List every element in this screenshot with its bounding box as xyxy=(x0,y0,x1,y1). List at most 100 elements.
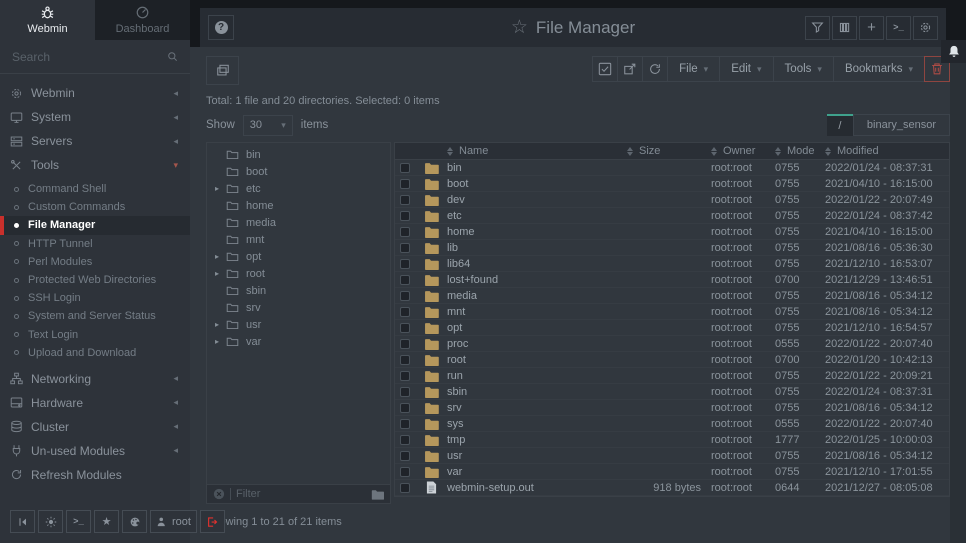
user-button[interactable]: root xyxy=(150,510,197,533)
sidebar-subitem[interactable]: System and Server Status xyxy=(0,307,190,325)
row-checkbox[interactable] xyxy=(400,323,410,333)
table-row[interactable]: bin root:root 0755 2022/01/24 - 08:37:31 xyxy=(395,160,949,176)
sidebar-subitem[interactable]: File Manager xyxy=(0,216,190,234)
tree-item[interactable]: ▸ root xyxy=(207,265,390,282)
table-row[interactable]: lib64 root:root 0755 2021/12/10 - 16:53:… xyxy=(395,256,949,272)
row-checkbox[interactable] xyxy=(400,355,410,365)
row-checkbox[interactable] xyxy=(400,435,410,445)
search-input[interactable] xyxy=(12,50,167,64)
terminal-button[interactable]: >_ xyxy=(66,510,91,533)
file-name-link[interactable]: sbin xyxy=(447,386,623,398)
file-name-link[interactable]: var xyxy=(447,466,623,478)
sidebar-subitem[interactable]: Text Login xyxy=(0,326,190,344)
tree-item[interactable]: ▸ home xyxy=(207,197,390,214)
file-name-link[interactable]: dev xyxy=(447,194,623,206)
table-row[interactable]: media root:root 0755 2021/08/16 - 05:34:… xyxy=(395,288,949,304)
tree-item[interactable]: ▸ etc xyxy=(207,180,390,197)
sidebar-item-cluster[interactable]: Cluster◂ xyxy=(0,415,190,439)
tree-item[interactable]: ▸ media xyxy=(207,214,390,231)
table-row[interactable]: run root:root 0755 2022/01/22 - 20:09:21 xyxy=(395,368,949,384)
row-checkbox[interactable] xyxy=(400,227,410,237)
tree-item[interactable]: ▸ srv xyxy=(207,299,390,316)
file-name-link[interactable]: webmin-setup.out xyxy=(447,482,623,494)
row-checkbox[interactable] xyxy=(400,243,410,253)
columns-button[interactable] xyxy=(832,16,857,40)
row-checkbox[interactable] xyxy=(400,211,410,221)
sidebar-subitem[interactable]: Command Shell xyxy=(0,180,190,198)
logout-button[interactable] xyxy=(200,510,225,533)
sidebar-subitem[interactable]: Custom Commands xyxy=(0,198,190,216)
row-checkbox[interactable] xyxy=(400,291,410,301)
row-checkbox[interactable] xyxy=(400,467,410,477)
settings-button[interactable] xyxy=(913,16,938,40)
table-row[interactable]: etc root:root 0755 2022/01/24 - 08:37:42 xyxy=(395,208,949,224)
clear-filter-icon[interactable] xyxy=(213,488,225,500)
tree-item[interactable]: ▸ sbin xyxy=(207,282,390,299)
sidebar-subitem[interactable]: Upload and Download xyxy=(0,344,190,362)
refresh-button[interactable] xyxy=(642,56,668,82)
column-header-size[interactable]: Size xyxy=(623,145,711,157)
expand-arrow-icon[interactable]: ▸ xyxy=(215,252,226,261)
tree-item[interactable]: ▸ var xyxy=(207,333,390,350)
file-name-link[interactable]: home xyxy=(447,226,623,238)
tree-item[interactable]: ▸ boot xyxy=(207,163,390,180)
file-name-link[interactable]: media xyxy=(447,290,623,302)
column-header-name[interactable]: Name xyxy=(447,145,623,157)
folder-small-icon[interactable] xyxy=(371,489,384,500)
sidebar-subitem[interactable]: Perl Modules xyxy=(0,253,190,271)
table-row[interactable]: mnt root:root 0755 2021/08/16 - 05:34:12 xyxy=(395,304,949,320)
row-checkbox[interactable] xyxy=(400,339,410,349)
tab-dashboard[interactable]: Dashboard xyxy=(95,0,190,40)
add-button[interactable]: + xyxy=(859,16,884,40)
table-row[interactable]: srv root:root 0755 2021/08/16 - 05:34:12 xyxy=(395,400,949,416)
favorite-star-icon[interactable]: ☆ xyxy=(511,16,528,39)
column-header-mode[interactable]: Mode xyxy=(775,145,825,157)
column-header-owner[interactable]: Owner xyxy=(711,145,775,157)
expand-arrow-icon[interactable]: ▸ xyxy=(215,184,226,193)
row-checkbox[interactable] xyxy=(400,451,410,461)
tree-item[interactable]: ▸ mnt xyxy=(207,231,390,248)
table-row[interactable]: root root:root 0700 2022/01/20 - 10:42:1… xyxy=(395,352,949,368)
row-checkbox[interactable] xyxy=(400,403,410,413)
row-checkbox[interactable] xyxy=(400,163,410,173)
page-size-select[interactable]: 30 ▾ xyxy=(243,115,293,136)
sidebar-item-refresh-modules[interactable]: Refresh Modules xyxy=(0,463,190,487)
row-checkbox[interactable] xyxy=(400,387,410,397)
select-all-button[interactable] xyxy=(592,56,618,82)
row-checkbox[interactable] xyxy=(400,195,410,205)
file-name-link[interactable]: srv xyxy=(447,402,623,414)
tree-item[interactable]: ▸ usr xyxy=(207,316,390,333)
row-checkbox[interactable] xyxy=(400,371,410,381)
expand-arrow-icon[interactable]: ▸ xyxy=(215,337,226,346)
tools-menu-button[interactable]: Tools▾ xyxy=(773,56,834,82)
file-name-link[interactable]: tmp xyxy=(447,434,623,446)
file-name-link[interactable]: proc xyxy=(447,338,623,350)
table-row[interactable]: usr root:root 0755 2021/08/16 - 05:34:12 xyxy=(395,448,949,464)
tree-item[interactable]: ▸ opt xyxy=(207,248,390,265)
favorites-button[interactable]: ★ xyxy=(94,510,119,533)
clone-window-button[interactable] xyxy=(206,56,239,85)
file-name-link[interactable]: bin xyxy=(447,162,623,174)
filter-button[interactable] xyxy=(805,16,830,40)
edit-menu-button[interactable]: Edit▾ xyxy=(719,56,773,82)
tab-webmin[interactable]: Webmin xyxy=(0,0,95,40)
table-row[interactable]: boot root:root 0755 2021/04/10 - 16:15:0… xyxy=(395,176,949,192)
file-name-link[interactable]: boot xyxy=(447,178,623,190)
sidebar-item-unused-modules[interactable]: Un-used Modules◂ xyxy=(0,439,190,463)
file-name-link[interactable]: sys xyxy=(447,418,623,430)
theme-brightness-button[interactable] xyxy=(38,510,63,533)
help-button[interactable]: ? xyxy=(208,15,234,40)
expand-arrow-icon[interactable]: ▸ xyxy=(215,320,226,329)
table-row[interactable]: proc root:root 0555 2022/01/22 - 20:07:4… xyxy=(395,336,949,352)
breadcrumb-root[interactable]: / xyxy=(827,114,853,136)
file-name-link[interactable]: mnt xyxy=(447,306,623,318)
file-name-link[interactable]: lib xyxy=(447,242,623,254)
path-input[interactable]: binary_sensor xyxy=(853,114,950,136)
file-name-link[interactable]: usr xyxy=(447,450,623,462)
sidebar-subitem[interactable]: Protected Web Directories xyxy=(0,271,190,289)
table-row[interactable]: lib root:root 0755 2021/08/16 - 05:36:30 xyxy=(395,240,949,256)
bookmarks-menu-button[interactable]: Bookmarks▾ xyxy=(833,56,925,82)
row-checkbox[interactable] xyxy=(400,307,410,317)
table-row[interactable]: home root:root 0755 2021/04/10 - 16:15:0… xyxy=(395,224,949,240)
file-name-link[interactable]: run xyxy=(447,370,623,382)
